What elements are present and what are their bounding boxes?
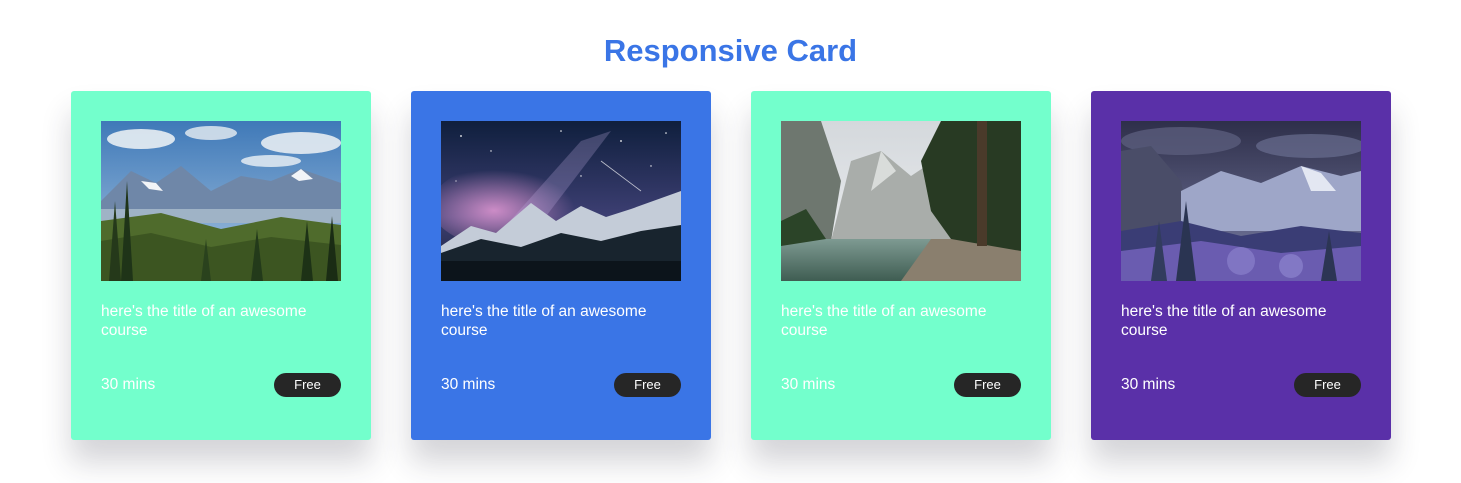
- course-card[interactable]: here's the title of an awesome course 30…: [411, 91, 711, 440]
- course-title: here's the title of an awesome course: [781, 303, 987, 339]
- course-title: here's the title of an awesome course: [1121, 303, 1327, 339]
- price-badge-button[interactable]: Free: [614, 373, 681, 397]
- price-badge-button[interactable]: Free: [954, 373, 1021, 397]
- course-title: here's the title of an awesome course: [101, 303, 307, 339]
- snowy-valley-image: [1121, 121, 1361, 281]
- course-card[interactable]: here's the title of an awesome course 30…: [71, 91, 371, 440]
- course-duration: 30 mins: [1121, 376, 1176, 393]
- course-card[interactable]: here's the title of an awesome course 30…: [1091, 91, 1391, 440]
- mountain-lake-image: [781, 121, 1021, 281]
- course-duration: 30 mins: [441, 376, 496, 393]
- course-duration: 30 mins: [101, 376, 156, 393]
- price-badge-button[interactable]: Free: [1294, 373, 1361, 397]
- page-title: Responsive Card: [603, 32, 858, 68]
- milky-way-mountains-image: [441, 121, 681, 281]
- course-title: here's the title of an awesome course: [441, 303, 647, 339]
- course-duration: 30 mins: [781, 376, 836, 393]
- course-card[interactable]: here's the title of an awesome course 30…: [751, 91, 1051, 440]
- mountain-valley-forest-image: [101, 121, 341, 281]
- price-badge-button[interactable]: Free: [274, 373, 341, 397]
